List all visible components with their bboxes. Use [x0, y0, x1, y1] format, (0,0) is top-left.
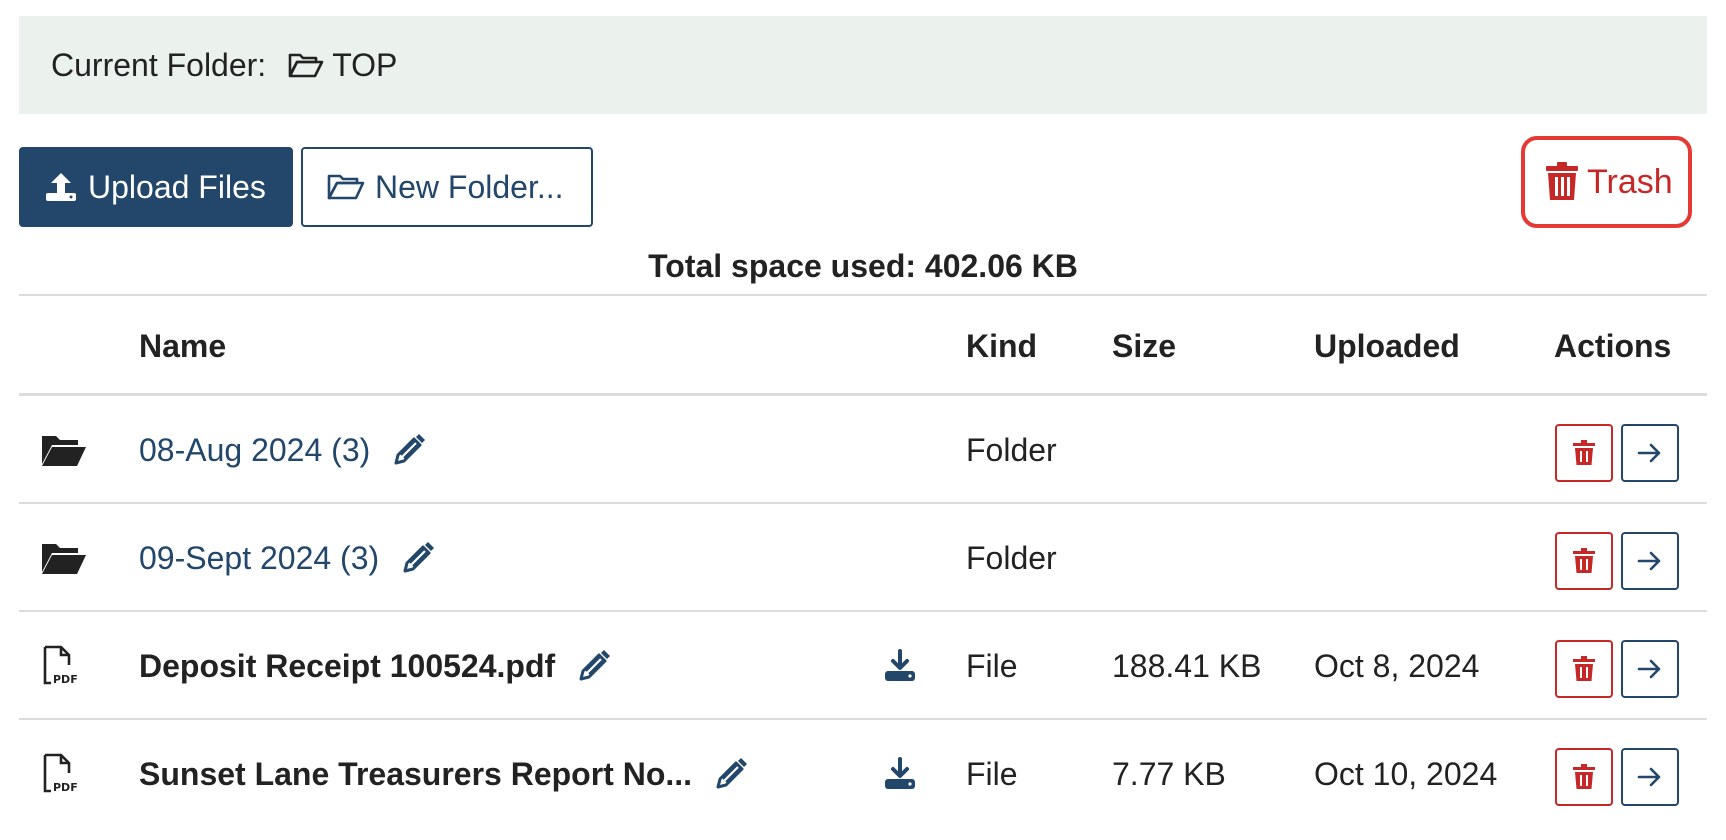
download-icon[interactable] — [883, 757, 917, 791]
delete-button[interactable] — [1555, 748, 1613, 806]
pencil-icon[interactable] — [577, 649, 611, 683]
column-header-name[interactable]: Name — [139, 328, 226, 365]
delete-button[interactable] — [1555, 640, 1613, 698]
file-name[interactable]: Sunset Lane Treasurers Report No... — [139, 756, 692, 793]
trash-icon — [1573, 440, 1595, 465]
arrow-right-icon — [1637, 443, 1661, 463]
folder-name-link[interactable]: 08-Aug 2024 (3) — [139, 432, 370, 469]
pdf-file-icon: PDF — [43, 753, 78, 794]
open-button[interactable] — [1621, 532, 1679, 590]
trash-icon — [1546, 162, 1578, 200]
open-button[interactable] — [1621, 424, 1679, 482]
file-name[interactable]: Deposit Receipt 100524.pdf — [139, 648, 555, 685]
trash-icon — [1573, 548, 1595, 573]
folder-open-icon — [42, 544, 86, 574]
uploaded-cell: Oct 10, 2024 — [1314, 755, 1498, 792]
column-header-kind[interactable]: Kind — [966, 328, 1037, 365]
size-cell: 188.41 KB — [1112, 647, 1262, 684]
folder-open-icon — [288, 53, 324, 78]
table-row: 09-Sept 2024 (3) Folder — [19, 504, 1707, 612]
size-cell: 7.77 KB — [1112, 755, 1226, 792]
kind-cell: Folder — [966, 431, 1057, 468]
upload-files-button[interactable]: Upload Files — [19, 147, 293, 227]
pencil-icon[interactable] — [392, 433, 426, 467]
pencil-icon[interactable] — [401, 541, 435, 575]
upload-icon — [46, 173, 76, 201]
column-header-actions: Actions — [1554, 328, 1672, 364]
pencil-icon[interactable] — [714, 757, 748, 791]
kind-cell: Folder — [966, 539, 1057, 576]
table-row: PDF Deposit Receipt 100524.pdf File 188.… — [19, 612, 1707, 720]
delete-button[interactable] — [1555, 532, 1613, 590]
folder-name-link[interactable]: 09-Sept 2024 (3) — [139, 540, 379, 577]
pdf-file-icon: PDF — [43, 645, 78, 686]
arrow-right-icon — [1637, 659, 1661, 679]
new-folder-button[interactable]: New Folder... — [301, 147, 593, 227]
kind-cell: File — [966, 755, 1018, 792]
upload-files-label: Upload Files — [88, 168, 266, 205]
column-header-uploaded[interactable]: Uploaded — [1314, 328, 1460, 365]
current-folder-name[interactable]: TOP — [332, 47, 397, 84]
trash-icon — [1573, 656, 1595, 681]
table-header: Name Kind Size Uploaded Actions — [19, 296, 1707, 396]
uploaded-cell: Oct 8, 2024 — [1314, 647, 1480, 684]
svg-text:PDF: PDF — [53, 673, 78, 686]
current-folder-label: Current Folder: — [51, 46, 267, 83]
column-header-size[interactable]: Size — [1112, 328, 1176, 365]
download-icon[interactable] — [883, 649, 917, 683]
open-button[interactable] — [1621, 640, 1679, 698]
folder-open-icon — [327, 174, 365, 200]
delete-button[interactable] — [1555, 424, 1613, 482]
arrow-right-icon — [1637, 767, 1661, 787]
breadcrumb: Current Folder: TOP — [19, 16, 1707, 114]
trash-icon — [1573, 764, 1595, 789]
kind-cell: File — [966, 647, 1018, 684]
total-space-used: Total space used: 402.06 KB — [648, 248, 1078, 284]
table-row: 08-Aug 2024 (3) Folder — [19, 396, 1707, 504]
folder-open-icon — [42, 436, 86, 466]
new-folder-label: New Folder... — [375, 168, 564, 205]
svg-text:PDF: PDF — [53, 781, 78, 794]
trash-button[interactable]: Trash — [1521, 136, 1692, 228]
trash-label: Trash — [1587, 162, 1673, 201]
open-button[interactable] — [1621, 748, 1679, 806]
table-row: PDF Sunset Lane Treasurers Report No... … — [19, 720, 1707, 828]
arrow-right-icon — [1637, 551, 1661, 571]
